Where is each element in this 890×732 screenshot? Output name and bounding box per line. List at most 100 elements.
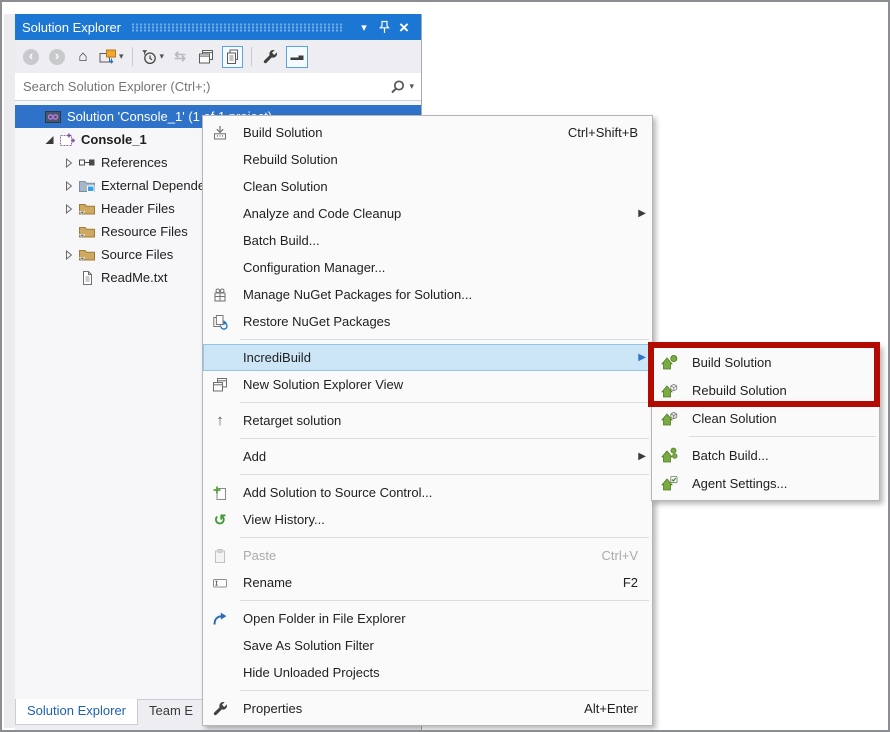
incredibuild-clean-icon <box>658 409 680 427</box>
menu-item-paste[interactable]: Paste Ctrl+V <box>203 542 652 569</box>
menu-item-label: Hide Unloaded Projects <box>243 665 380 680</box>
filter-folder-icon <box>78 224 96 240</box>
tab-solution-explorer[interactable]: Solution Explorer <box>15 699 138 725</box>
home-icon: ⌂ <box>78 48 87 65</box>
titlebar-grip <box>131 23 344 32</box>
paste-icon <box>209 547 231 565</box>
properties-button[interactable] <box>260 46 280 68</box>
window-position-chevron-icon[interactable]: ▾ <box>354 17 374 37</box>
incredibuild-agent-settings-icon <box>658 474 680 492</box>
menu-item-clean-solution[interactable]: Clean Solution <box>203 173 652 200</box>
menu-separator <box>240 438 649 439</box>
pending-changes-filter-button[interactable]: ▾ <box>141 46 165 68</box>
menu-item-shortcut: Alt+Enter <box>584 701 652 716</box>
forward-icon: › <box>49 49 65 65</box>
text-file-icon <box>78 270 96 286</box>
menu-item-label: Rebuild Solution <box>243 152 338 167</box>
menu-item-open-folder-in-file-explorer[interactable]: Open Folder in File Explorer <box>203 605 652 632</box>
menu-item-properties[interactable]: Properties Alt+Enter <box>203 695 652 722</box>
menu-item-save-as-solution-filter[interactable]: Save As Solution Filter <box>203 632 652 659</box>
submenu-item-agent-settings[interactable]: Agent Settings... <box>652 469 879 497</box>
window-gutter <box>4 14 15 728</box>
back-button[interactable]: ‹ <box>21 46 41 68</box>
expander-collapsed-icon[interactable] <box>63 158 76 168</box>
menu-item-label: Properties <box>243 701 302 716</box>
menu-item-shortcut: Ctrl+Shift+B <box>568 125 652 140</box>
search-icon <box>390 79 406 95</box>
menu-item-analyze-and-code-cleanup[interactable]: Analyze and Code Cleanup ▶ <box>203 200 652 227</box>
filter-folder-icon <box>78 247 96 263</box>
incredibuild-batch-build-icon <box>658 446 680 464</box>
menu-separator <box>240 600 649 601</box>
tree-item-label: Console_1 <box>81 132 147 147</box>
preview-selected-items-button[interactable] <box>286 46 308 68</box>
expander-collapsed-icon[interactable] <box>63 204 76 214</box>
menu-item-label: Clean Solution <box>692 411 777 426</box>
menu-item-restore-nuget-packages[interactable]: Restore NuGet Packages <box>203 308 652 335</box>
switch-views-icon <box>99 49 117 65</box>
menu-item-manage-nuget-packages[interactable]: Manage NuGet Packages for Solution... <box>203 281 652 308</box>
menu-separator <box>240 690 649 691</box>
menu-item-label: Agent Settings... <box>692 476 787 491</box>
expander-expanded-icon[interactable] <box>43 135 56 145</box>
preview-selected-items-icon <box>289 51 305 63</box>
menu-item-view-history[interactable]: ↺ View History... <box>203 506 652 533</box>
cpp-project-icon <box>58 132 76 148</box>
panel-title: Solution Explorer <box>22 20 121 35</box>
filter-folder-icon <box>78 201 96 217</box>
tree-item-label: Resource Files <box>101 224 188 239</box>
tree-item-label: References <box>101 155 167 170</box>
menu-item-label: Manage NuGet Packages for Solution... <box>243 287 472 302</box>
pin-icon[interactable] <box>374 17 394 37</box>
submenu-item-batch-build[interactable]: Batch Build... <box>652 441 879 469</box>
solution-icon <box>44 110 62 124</box>
menu-item-batch-build[interactable]: Batch Build... <box>203 227 652 254</box>
wrench-icon <box>262 49 278 65</box>
menu-separator <box>240 537 649 538</box>
menu-item-label: Configuration Manager... <box>243 260 385 275</box>
close-icon[interactable]: × <box>394 17 414 37</box>
menu-item-label: Clean Solution <box>243 179 328 194</box>
menu-item-label: New Solution Explorer View <box>243 377 403 392</box>
menu-item-label: Add <box>243 449 266 464</box>
menu-item-label: View History... <box>243 512 325 527</box>
references-icon <box>78 157 96 168</box>
menu-separator <box>240 339 649 340</box>
tab-team-explorer[interactable]: Team E <box>138 699 204 725</box>
menu-item-incredibuild[interactable]: IncrediBuild ▶ <box>203 344 652 371</box>
context-menu: Build Solution Ctrl+Shift+B Rebuild Solu… <box>202 115 653 726</box>
back-icon: ‹ <box>23 49 39 65</box>
forward-button[interactable]: › <box>47 46 67 68</box>
menu-item-label: Open Folder in File Explorer <box>243 611 406 626</box>
menu-item-hide-unloaded-projects[interactable]: Hide Unloaded Projects <box>203 659 652 686</box>
menu-item-rename[interactable]: Rename F2 <box>203 569 652 596</box>
menu-item-add-solution-to-source-control[interactable]: Add Solution to Source Control... <box>203 479 652 506</box>
search-box: ▾ <box>15 73 421 101</box>
home-button[interactable]: ⌂ <box>73 46 93 68</box>
expander-collapsed-icon[interactable] <box>63 250 76 260</box>
expander-collapsed-icon[interactable] <box>63 181 76 191</box>
view-history-icon: ↺ <box>209 511 231 529</box>
switch-views-button[interactable]: ▾ <box>99 46 124 68</box>
menu-item-configuration-manager[interactable]: Configuration Manager... <box>203 254 652 281</box>
search-button[interactable]: ▾ <box>390 79 414 95</box>
menu-item-retarget-solution[interactable]: ↑ Retarget solution <box>203 407 652 434</box>
menu-item-label: Save As Solution Filter <box>243 638 374 653</box>
menu-item-new-solution-explorer-view[interactable]: New Solution Explorer View <box>203 371 652 398</box>
collapse-all-icon <box>198 49 214 65</box>
sync-with-active-document-button[interactable]: ⇆ <box>170 46 190 68</box>
red-highlight-box <box>648 342 880 407</box>
show-all-files-button[interactable] <box>222 46 243 68</box>
toolbar-separator <box>132 47 133 66</box>
show-all-files-icon <box>225 49 240 65</box>
dropdown-caret-icon: ▾ <box>409 81 414 92</box>
menu-item-rebuild-solution[interactable]: Rebuild Solution <box>203 146 652 173</box>
submenu-item-clean-solution[interactable]: Clean Solution <box>652 404 879 432</box>
external-dependencies-icon <box>78 179 96 193</box>
menu-item-label: Rename <box>243 575 292 590</box>
collapse-all-button[interactable] <box>196 46 216 68</box>
menu-item-add[interactable]: Add ▶ <box>203 443 652 470</box>
menu-item-build-solution[interactable]: Build Solution Ctrl+Shift+B <box>203 119 652 146</box>
search-input[interactable] <box>23 79 390 94</box>
panel-titlebar: Solution Explorer ▾ × <box>15 14 421 40</box>
